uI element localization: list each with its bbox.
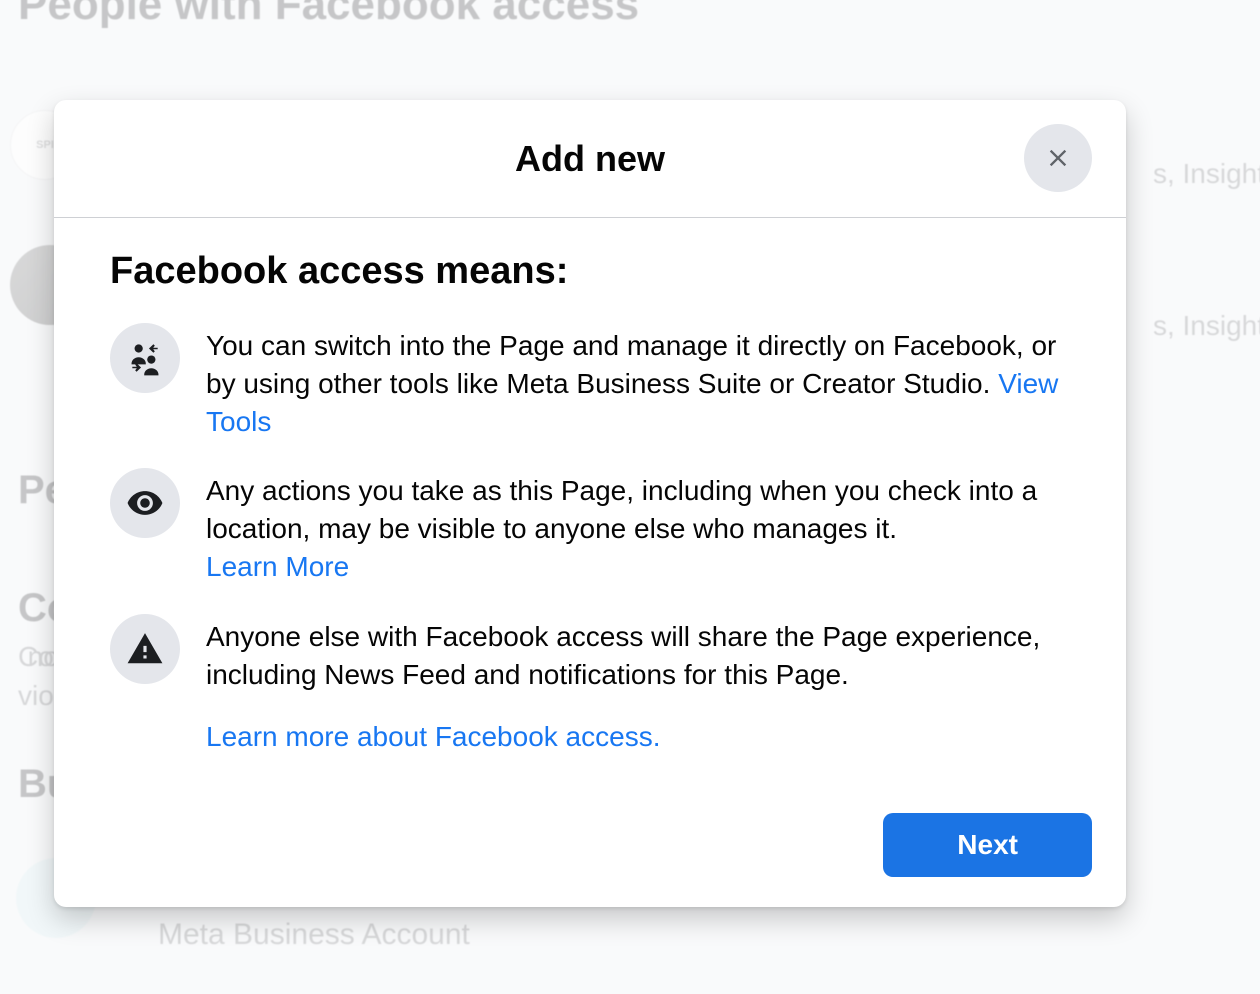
modal-overlay: Add new Facebook access means: [0,0,1260,994]
close-icon [1044,144,1072,172]
info-text-content: You can switch into the Page and manage … [206,330,1056,399]
info-item-shared: Anyone else with Facebook access will sh… [110,614,1070,694]
modal-title: Add new [515,138,665,180]
modal-subheading: Facebook access means: [110,250,1070,293]
add-new-modal: Add new Facebook access means: [54,100,1126,907]
modal-body: Facebook access means: You can switch in… [54,218,1126,783]
info-text: You can switch into the Page and manage … [206,323,1070,440]
close-button[interactable] [1024,124,1092,192]
info-text: Anyone else with Facebook access will sh… [206,614,1070,694]
eye-icon [110,468,180,538]
info-item-switch: You can switch into the Page and manage … [110,323,1070,440]
learn-more-link[interactable]: Learn More [206,551,349,582]
people-switch-icon [110,323,180,393]
info-text: Any actions you take as this Page, inclu… [206,468,1070,585]
next-button[interactable]: Next [883,813,1092,877]
info-item-visibility: Any actions you take as this Page, inclu… [110,468,1070,585]
learn-more-access-link[interactable]: Learn more about Facebook access. [206,721,660,753]
info-text-content: Anyone else with Facebook access will sh… [206,621,1040,690]
warning-icon [110,614,180,684]
modal-footer: Next [54,783,1126,907]
modal-header: Add new [54,100,1126,218]
info-text-content: Any actions you take as this Page, inclu… [206,475,1037,544]
